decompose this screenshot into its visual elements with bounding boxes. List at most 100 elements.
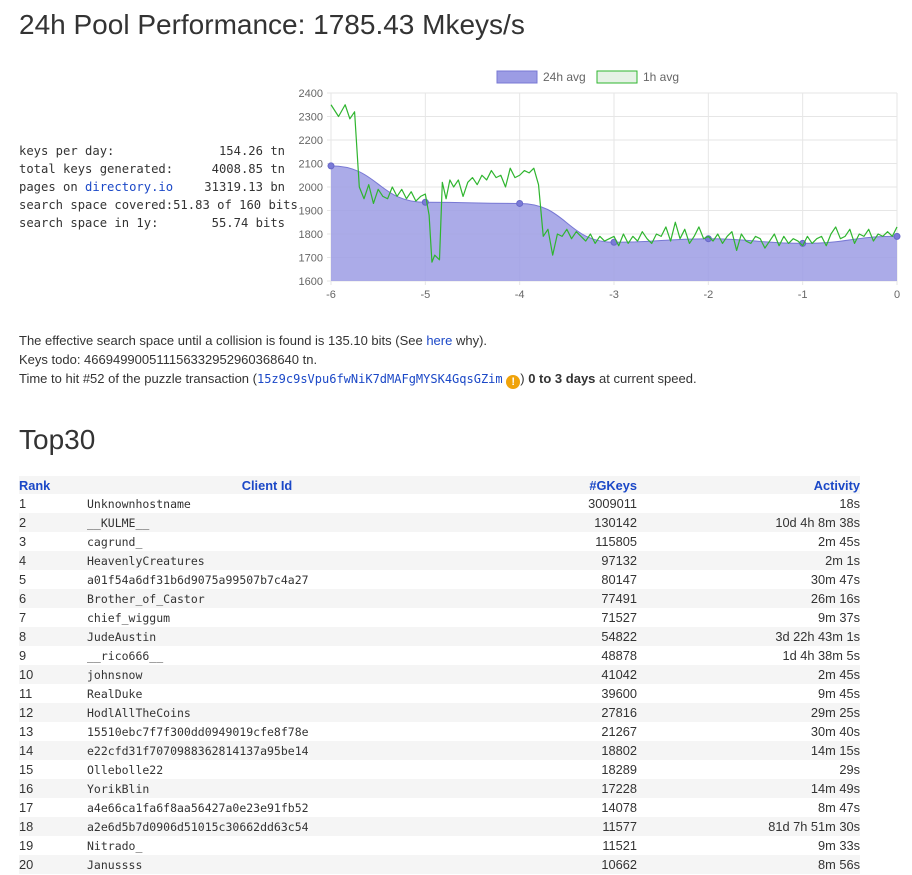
rank-cell: 2 (19, 513, 87, 532)
gkeys-cell: 11521 (602, 838, 637, 853)
activity-cell: 18s (839, 496, 860, 511)
rank-cell: 6 (19, 589, 87, 608)
client-id-link[interactable]: HeavenlyCreatures (87, 551, 447, 570)
header-activity[interactable]: Activity (637, 476, 860, 494)
puzzle-address-link[interactable]: 15z9c9sVpu6fwNiK7dMAFgMYSK4GqsGZim (257, 372, 503, 386)
client-id-link[interactable]: cagrund_ (87, 532, 447, 551)
stat-value: 55.74 bits (211, 216, 285, 230)
client-id-link[interactable]: YorikBlin (87, 779, 447, 798)
rank-cell: 18 (19, 817, 87, 836)
table-row: 8 JudeAustin 54822 3d 22h 43m 1s (19, 627, 860, 646)
table-row: 4 HeavenlyCreatures 97132 2m 1s (19, 551, 860, 570)
y-tick-label: 1900 (299, 206, 323, 218)
activity-cell: 9m 33s (818, 838, 860, 853)
here-link[interactable]: here (426, 333, 452, 348)
rank-cell: 1 (19, 496, 27, 511)
performance-chart: 1600 1700 1800 1900 2000 2100 2200 2300 2400 -6 -5… (285, 64, 905, 312)
top30-table: Rank Client Id #GKeys Activity 1 Unknownh… (19, 476, 860, 874)
table-row: 7 chief_wiggum 71527 9m 37s (19, 608, 860, 627)
series-24h-point (893, 232, 901, 240)
stat-label: keys per day: (19, 144, 115, 158)
client-id-link[interactable]: 15510ebc7f7f300dd0949019cfe8f78e (87, 722, 447, 741)
client-id-link[interactable]: JudeAustin (87, 627, 447, 646)
client-id-link[interactable]: e22cfd31f7070988362814137a95be14 (87, 741, 447, 760)
legend-1h-avg-label: 1h avg (643, 70, 679, 84)
x-tick-label: -1 (798, 289, 808, 301)
client-id-link[interactable]: Brother_of_Castor (87, 589, 447, 608)
activity-cell: 9m 45s (818, 686, 860, 701)
client-id-link[interactable]: a4e66ca1fa6f8aa56427a0e23e91fb52 (87, 798, 447, 817)
gkeys-cell: 3009011 (588, 496, 637, 511)
directory-io-link[interactable]: directory.io (85, 180, 173, 194)
rank-cell: 3 (19, 534, 27, 549)
gkeys-cell: 27816 (447, 703, 637, 722)
activity-cell: 2m 45s (818, 534, 860, 549)
client-id-link[interactable]: a01f54a6df31b6d9075a99507b7c4a27 (87, 570, 447, 589)
header-gkeys[interactable]: #GKeys (447, 476, 637, 494)
stat-total-keys: total keys generated: 4008.85 tn (19, 160, 285, 178)
client-id-link[interactable]: a2e6d5b7d0906d51015c30662dd63c54 (87, 817, 447, 836)
x-tick-label: -3 (609, 289, 619, 301)
stat-label: search space in 1y: (19, 216, 159, 230)
client-id-link[interactable]: __rico666__ (87, 646, 447, 665)
y-tick-label: 2400 (299, 88, 323, 100)
table-row: 14 e22cfd31f7070988362814137a95be14 18802 1… (19, 741, 860, 760)
info-line-collision: The effective search space until a colli… (19, 333, 488, 348)
header-rank[interactable]: Rank (19, 476, 87, 494)
y-tick-label: 2000 (299, 182, 323, 194)
table-row: 10 johnsnow 41042 2m 45s (19, 665, 860, 684)
table-row: 18 a2e6d5b7d0906d51015c30662dd63c54 11577 8… (19, 817, 860, 836)
x-tick-label: -5 (420, 289, 430, 301)
gkeys-cell: 18289 (601, 762, 637, 777)
y-tick-label: 1600 (299, 276, 323, 288)
table-row: 20 Janussss 10662 8m 56s (19, 855, 860, 874)
client-id-link[interactable]: chief_wiggum (87, 608, 447, 627)
client-id-link[interactable]: __KULME__ (87, 513, 447, 532)
activity-cell: 81d 7h 51m 30s (637, 817, 860, 836)
client-id-link[interactable]: Janussss (87, 855, 447, 874)
rank-cell: 12 (19, 703, 87, 722)
activity-cell: 9m 37s (818, 610, 860, 625)
x-tick-label: 0 (894, 289, 900, 301)
activity-cell: 14m 49s (637, 779, 860, 798)
info-line-keys-todo: Keys todo: 46694990051115633295296036864… (19, 352, 318, 367)
stat-label: total keys generated: (19, 162, 174, 176)
client-id-link[interactable]: Unknownhostname (87, 494, 447, 513)
table-row: 9 __rico666__ 48878 1d 4h 38m 5s (19, 646, 860, 665)
rank-cell: 8 (19, 627, 87, 646)
client-id-link[interactable]: Ollebolle22 (87, 760, 447, 779)
table-row: 3 cagrund_ 115805 2m 45s (19, 532, 860, 551)
legend-24h-avg-label: 24h avg (543, 70, 586, 84)
activity-cell: 10d 4h 8m 38s (637, 513, 860, 532)
stats-panel: keys per day: 154.26 tn total keys gener… (19, 142, 298, 232)
stat-search-space-covered: search space covered: 51.83 of 160 bits (19, 196, 298, 214)
rank-cell: 11 (19, 686, 33, 701)
table-row: 1 Unknownhostname 3009011 18s (19, 494, 860, 513)
legend-1h-avg-swatch (596, 70, 638, 84)
rank-cell: 5 (19, 572, 27, 587)
stat-value: 154.26 tn (218, 144, 285, 158)
gkeys-cell: 14078 (601, 800, 637, 815)
activity-cell: 2m 45s (637, 665, 860, 684)
rank-cell: 13 (19, 724, 34, 739)
table-row: 11 RealDuke 39600 9m 45s (19, 684, 860, 703)
legend-24h-avg-swatch (496, 70, 538, 84)
rank-cell: 20 (19, 855, 87, 874)
gkeys-cell: 18802 (447, 741, 637, 760)
stat-label: search space covered: (19, 198, 174, 212)
activity-cell: 29s (839, 762, 860, 777)
header-client-id[interactable]: Client Id (87, 476, 447, 494)
stat-keys-per-day: keys per day: 154.26 tn (19, 142, 285, 160)
series-24h-point (327, 162, 335, 170)
x-tick-label: -6 (326, 289, 336, 301)
x-tick-label: -4 (515, 289, 525, 301)
y-tick-label: 1700 (299, 253, 323, 265)
client-id-link[interactable]: Nitrado_ (87, 836, 447, 855)
info-warning-icon[interactable]: ! (506, 375, 521, 389)
y-tick-label: 2100 (299, 159, 323, 171)
client-id-link[interactable]: johnsnow (87, 665, 447, 684)
table-row: 12 HodlAllTheCoins 27816 29m 25s (19, 703, 860, 722)
client-id-link[interactable]: HodlAllTheCoins (87, 703, 447, 722)
y-tick-label: 2200 (299, 135, 323, 147)
client-id-link[interactable]: RealDuke (87, 684, 447, 703)
